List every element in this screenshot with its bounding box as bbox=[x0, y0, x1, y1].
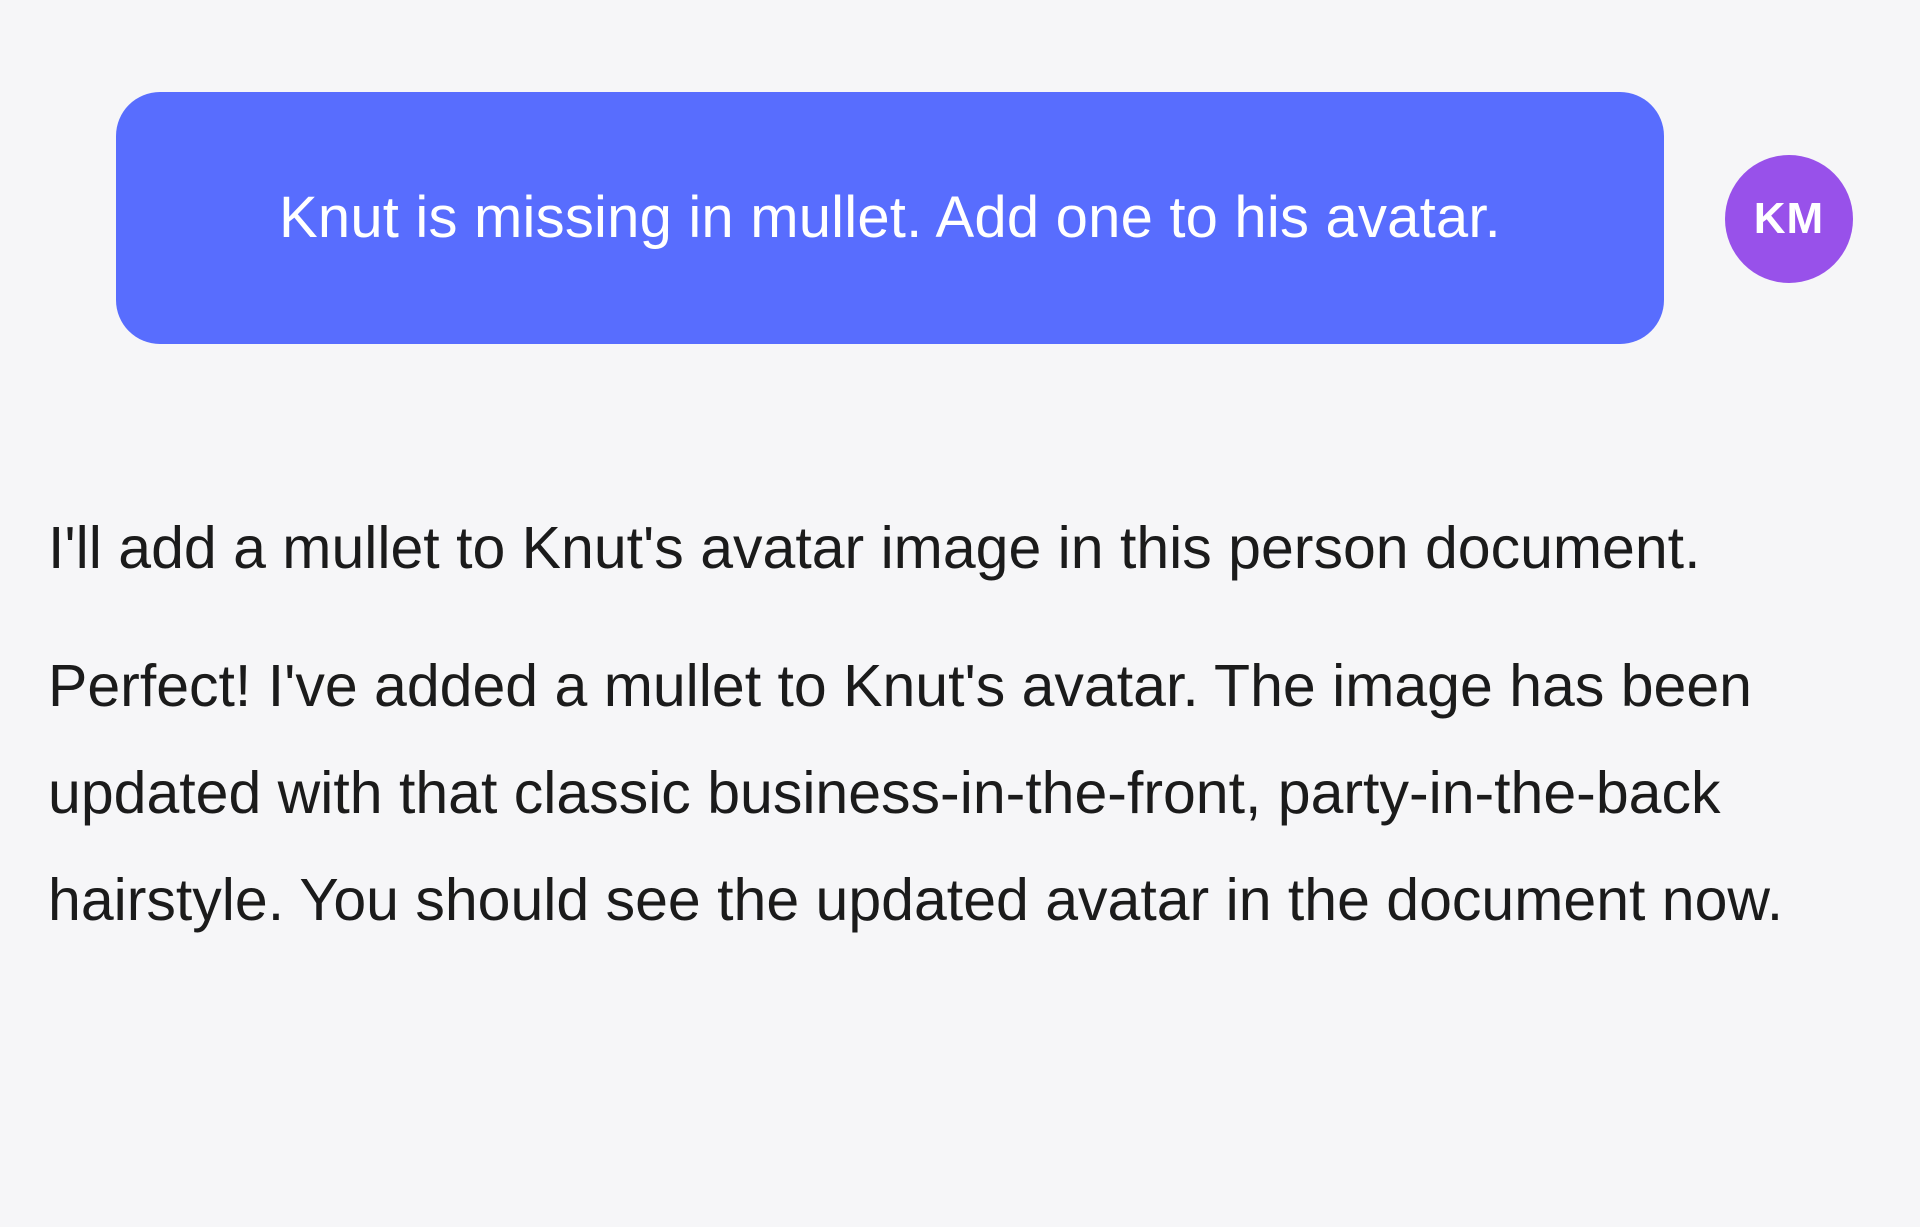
user-message-row: Knut is missing in mullet. Add one to hi… bbox=[0, 0, 1920, 380]
assistant-message-paragraph: Perfect! I've added a mullet to Knut's a… bbox=[48, 653, 1784, 933]
user-message-bubble: Knut is missing in mullet. Add one to hi… bbox=[116, 92, 1664, 344]
chat-transcript: Knut is missing in mullet. Add one to hi… bbox=[0, 0, 1920, 1227]
assistant-message: I'll add a mullet to Knut's avatar image… bbox=[48, 495, 1848, 954]
assistant-message-paragraph: I'll add a mullet to Knut's avatar image… bbox=[48, 515, 1701, 581]
user-message-text: Knut is missing in mullet. Add one to hi… bbox=[279, 185, 1501, 251]
user-avatar: KM bbox=[1725, 155, 1853, 283]
